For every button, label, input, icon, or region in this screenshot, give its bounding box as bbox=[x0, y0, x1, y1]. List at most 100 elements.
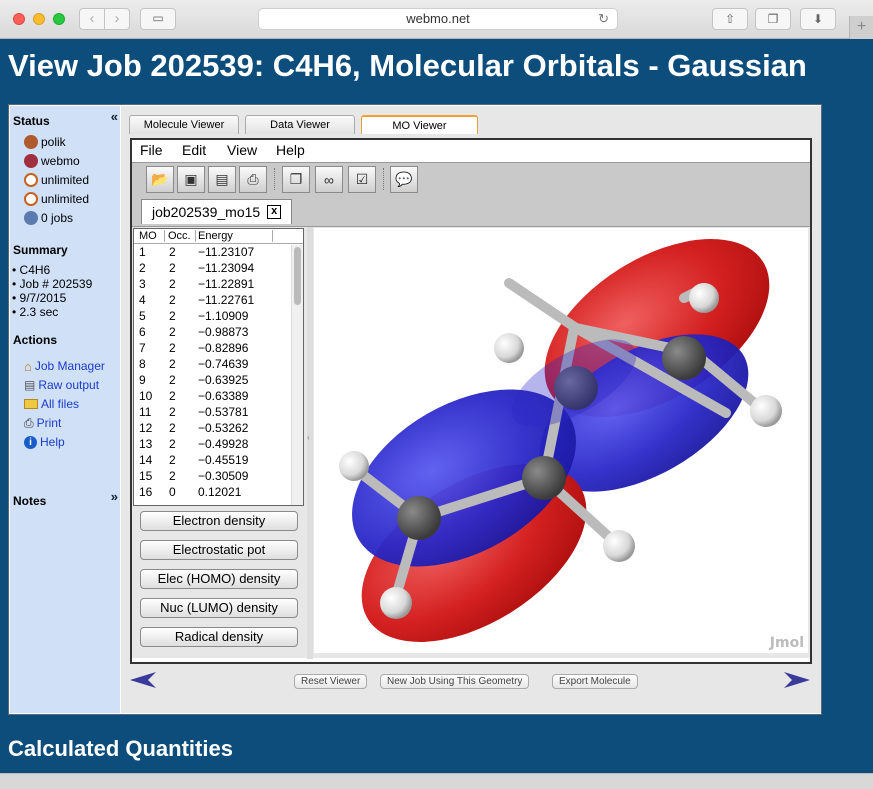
reload-icon[interactable]: ↻ bbox=[598, 9, 609, 29]
binoculars-icon: ∞ bbox=[324, 171, 334, 188]
occupancy-cell: 2 bbox=[169, 341, 176, 355]
chevron-left-icon: ‹ bbox=[89, 10, 95, 27]
mo-index-cell: 9 bbox=[139, 373, 146, 387]
action-all-files[interactable]: All files bbox=[24, 395, 79, 413]
tab-molecule-viewer[interactable]: Molecule Viewer bbox=[129, 115, 239, 134]
info-bubble-icon: 💬 bbox=[395, 171, 413, 187]
molecule-3d-viewer[interactable]: Jmol bbox=[314, 228, 808, 653]
mo-workarea: MO Occ. Energy 1 2 −11.23107 2 2 −11.23094 3 2−… bbox=[132, 226, 810, 659]
copy-icon: ❐ bbox=[289, 171, 303, 187]
electron-density-button[interactable]: Electron density bbox=[140, 511, 298, 531]
mo-table-scrollbar[interactable] bbox=[291, 245, 303, 505]
column-occ[interactable]: Occ. bbox=[168, 230, 196, 242]
minimize-window-button[interactable] bbox=[33, 13, 45, 25]
energy-cell: 0.12021 bbox=[198, 485, 242, 499]
info-button[interactable]: 💬 bbox=[390, 166, 418, 193]
back-button[interactable]: ‹ bbox=[79, 8, 105, 30]
homo-density-button[interactable]: Elec (HOMO) density bbox=[140, 569, 298, 589]
copy-button[interactable]: ❐ bbox=[282, 166, 310, 193]
hydrogen-atom bbox=[603, 530, 635, 562]
occupancy-cell: 2 bbox=[169, 405, 176, 419]
status-item-cpu-limit: unlimited bbox=[24, 190, 89, 208]
status-heading: Status bbox=[13, 114, 50, 128]
mo-index-cell: 6 bbox=[139, 325, 146, 339]
hydrogen-atom bbox=[339, 451, 369, 481]
mo-table: MO Occ. Energy 1 2 −11.23107 2 2 −11.23094 3 2−… bbox=[133, 228, 304, 506]
status-item-time-limit: unlimited bbox=[24, 171, 89, 189]
section-heading: Calculated Quantities bbox=[8, 736, 233, 761]
viewer-area: Molecule Viewer Data Viewer MO Viewer Fi… bbox=[121, 106, 821, 713]
energy-cell: −0.45519 bbox=[198, 453, 249, 467]
carbon-atom bbox=[397, 496, 441, 540]
mo-index-cell: 1 bbox=[139, 245, 146, 259]
action-job-manager[interactable]: ⌂ Job Manager bbox=[24, 357, 105, 375]
column-energy[interactable]: Energy bbox=[198, 230, 273, 242]
mo-index-cell: 4 bbox=[139, 293, 146, 307]
energy-cell: −0.53781 bbox=[198, 405, 249, 419]
energy-cell: −11.23094 bbox=[198, 261, 255, 275]
summary-formula: • C4H6 bbox=[12, 263, 51, 277]
energy-cell: −0.53262 bbox=[198, 421, 249, 435]
previous-arrow-button[interactable] bbox=[128, 671, 158, 689]
share-button[interactable]: ⇧ bbox=[712, 8, 748, 30]
menu-help[interactable]: Help bbox=[276, 142, 305, 158]
browser-toolbar: ‹ › ▭ webmo.net ↻ ⇧ ❐ ⬇ + bbox=[0, 0, 873, 39]
expand-notes-button[interactable]: » bbox=[111, 489, 118, 504]
energy-cell: −0.63925 bbox=[198, 373, 249, 387]
open-folder-icon: 📂 bbox=[151, 171, 169, 187]
energy-cell: −0.30509 bbox=[198, 469, 249, 483]
hydrogen-atom bbox=[380, 587, 412, 619]
next-arrow-button[interactable] bbox=[782, 671, 812, 689]
energy-cell: −11.22891 bbox=[198, 277, 255, 291]
occupancy-cell: 2 bbox=[169, 261, 176, 275]
menu-file[interactable]: File bbox=[140, 142, 163, 158]
address-bar[interactable]: webmo.net ↻ bbox=[258, 8, 618, 30]
properties-button[interactable]: ☑ bbox=[348, 166, 376, 193]
forward-button[interactable]: › bbox=[104, 8, 130, 30]
occupancy-cell: 2 bbox=[169, 325, 176, 339]
radical-density-button[interactable]: Radical density bbox=[140, 627, 298, 647]
export-molecule-button[interactable]: Export Molecule bbox=[552, 674, 638, 689]
pane-splitter[interactable]: ‹ bbox=[307, 227, 313, 659]
sidebar-toggle-button[interactable]: ▭ bbox=[140, 8, 176, 30]
scrollbar-thumb[interactable] bbox=[294, 247, 301, 305]
downloads-button[interactable]: ⬇ bbox=[800, 8, 836, 30]
collapse-sidebar-button[interactable]: « bbox=[111, 109, 118, 124]
tab-data-viewer[interactable]: Data Viewer bbox=[245, 115, 355, 134]
zoom-window-button[interactable] bbox=[53, 13, 65, 25]
print-button[interactable]: ⎙ bbox=[239, 166, 267, 193]
open-button[interactable]: 📂 bbox=[146, 166, 174, 193]
occupancy-cell: 2 bbox=[169, 453, 176, 467]
tab-mo-viewer[interactable]: MO Viewer bbox=[361, 115, 478, 134]
action-raw-output[interactable]: ▤ Raw output bbox=[24, 376, 99, 394]
document-tab[interactable]: job202539_mo15 x bbox=[141, 199, 293, 224]
mo-index-cell: 11 bbox=[139, 405, 152, 419]
hydrogen-atom bbox=[750, 395, 782, 427]
tabs-button[interactable]: ❐ bbox=[755, 8, 791, 30]
save-as-button[interactable]: ▤ bbox=[208, 166, 236, 193]
action-print[interactable]: ⎙ Print bbox=[24, 414, 61, 432]
reset-viewer-button[interactable]: Reset Viewer bbox=[294, 674, 368, 689]
column-mo[interactable]: MO bbox=[139, 230, 165, 242]
mo-index-cell: 3 bbox=[139, 277, 146, 291]
printer-icon: ⎙ bbox=[24, 415, 34, 430]
folder-icon bbox=[24, 399, 38, 409]
mo-index-cell: 13 bbox=[139, 437, 153, 451]
lumo-density-button[interactable]: Nuc (LUMO) density bbox=[140, 598, 298, 618]
close-window-button[interactable] bbox=[13, 13, 25, 25]
mo-index-cell: 16 bbox=[139, 485, 153, 499]
occupancy-cell: 2 bbox=[169, 421, 176, 435]
download-icon: ⬇ bbox=[812, 12, 824, 26]
menu-edit[interactable]: Edit bbox=[182, 142, 206, 158]
action-help[interactable]: i Help bbox=[24, 433, 65, 451]
menu-view[interactable]: View bbox=[227, 142, 257, 158]
close-icon[interactable]: x bbox=[267, 205, 282, 219]
status-item-group: webmo bbox=[24, 152, 80, 170]
molecular-orbital-rendering bbox=[339, 239, 782, 642]
find-button[interactable]: ∞ bbox=[315, 166, 343, 193]
new-job-geometry-button[interactable]: New Job Using This Geometry bbox=[380, 674, 530, 689]
energy-cell: −11.22761 bbox=[198, 293, 255, 307]
electrostatic-potential-button[interactable]: Electrostatic pot bbox=[140, 540, 298, 560]
new-tab-button[interactable]: + bbox=[849, 16, 873, 39]
save-button[interactable]: ▣ bbox=[177, 166, 205, 193]
